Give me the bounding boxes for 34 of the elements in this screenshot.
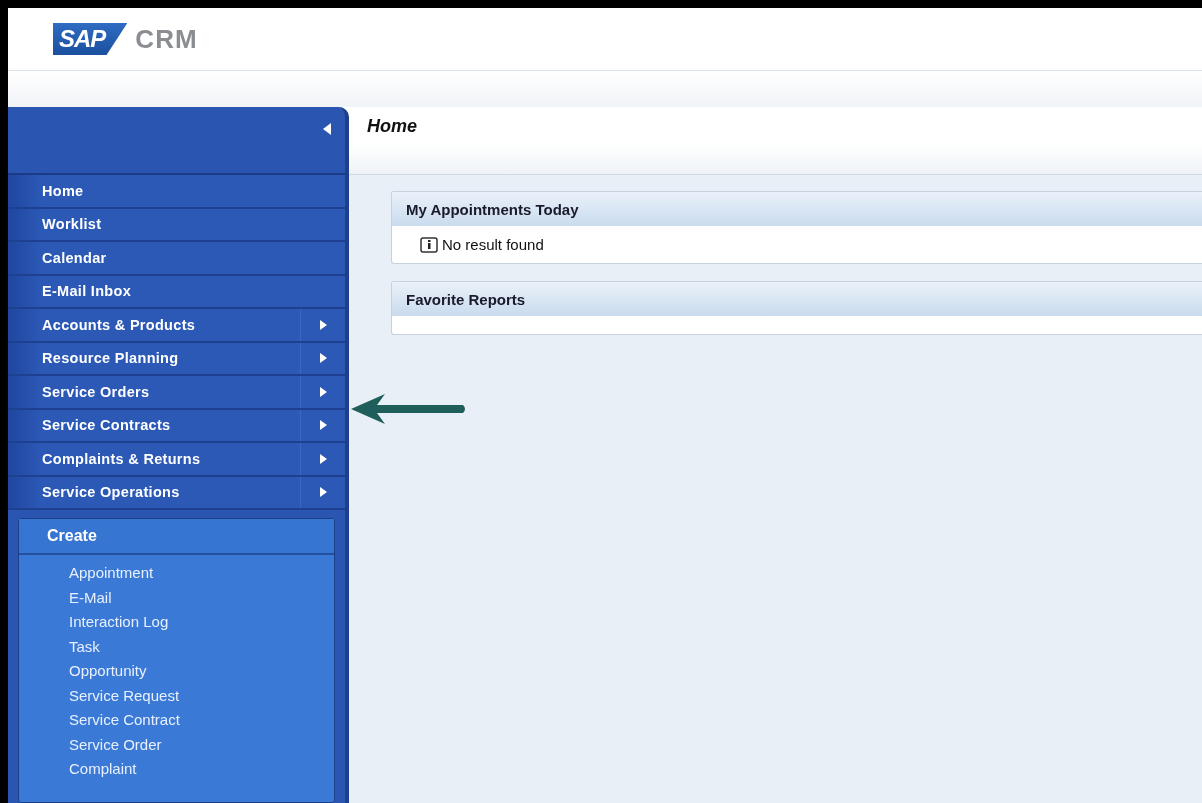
panel-title: My Appointments Today <box>392 192 1202 226</box>
expand-icon[interactable] <box>319 386 327 397</box>
create-link[interactable]: E-Mail <box>69 585 334 610</box>
create-link[interactable]: Service Contract <box>69 708 334 733</box>
logo-text: CRM <box>135 23 198 55</box>
nav-item[interactable]: Service Orders <box>8 376 345 410</box>
create-link[interactable]: Service Request <box>69 683 334 708</box>
nav-item[interactable]: Worklist <box>8 208 345 242</box>
expand-icon[interactable] <box>319 319 327 330</box>
create-link[interactable]: Complaint <box>69 757 334 782</box>
logo-mark: SAP <box>53 23 128 55</box>
nav-item[interactable]: Accounts & Products <box>8 309 345 343</box>
expand-icon[interactable] <box>319 353 327 364</box>
create-title: Create <box>19 519 334 555</box>
create-link[interactable]: Opportunity <box>69 659 334 684</box>
nav-item[interactable]: Service Contracts <box>8 409 345 443</box>
create-link[interactable]: Interaction Log <box>69 610 334 635</box>
create-link[interactable]: Task <box>69 634 334 659</box>
expand-icon[interactable] <box>319 453 327 464</box>
nav-item[interactable]: Complaints & Returns <box>8 443 345 477</box>
collapse-icon[interactable] <box>323 123 331 135</box>
panel-title: Favorite Reports <box>392 282 1202 316</box>
page-title: Home <box>367 116 417 136</box>
nav-item[interactable]: Calendar <box>8 242 345 276</box>
nav-item[interactable]: E-Mail Inbox <box>8 275 345 309</box>
create-link[interactable]: Service Order <box>69 732 334 757</box>
nav-item[interactable]: Resource Planning <box>8 342 345 376</box>
expand-icon[interactable] <box>319 420 327 431</box>
expand-icon[interactable] <box>319 487 327 498</box>
empty-message: No result found <box>442 236 544 253</box>
create-link[interactable]: Appointment <box>69 561 334 586</box>
info-icon <box>420 236 438 253</box>
nav-item[interactable]: Home <box>8 175 345 209</box>
nav-item[interactable]: Service Operations <box>8 476 345 510</box>
